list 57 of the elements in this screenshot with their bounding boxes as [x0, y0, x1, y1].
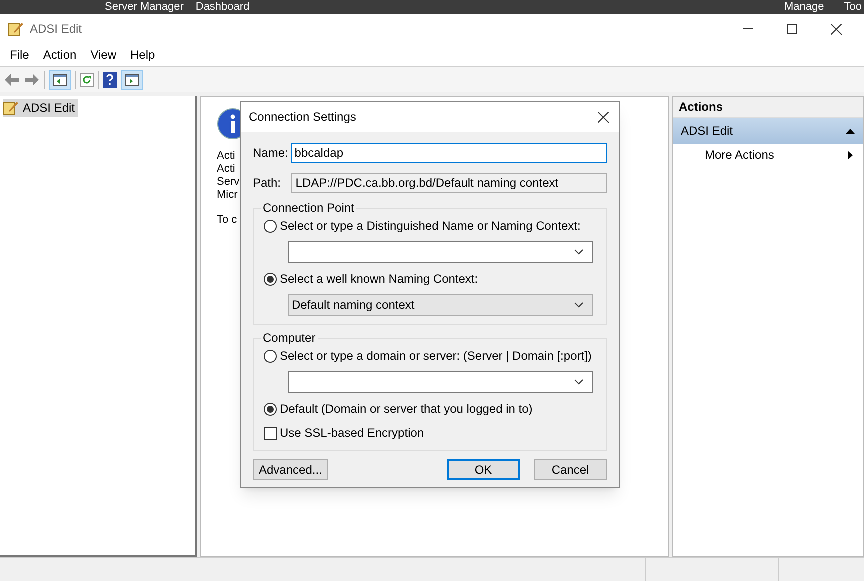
checkbox-label[interactable]: Use SSL-based Encryption [280, 424, 424, 442]
radio-label[interactable]: Select or type a domain or server: (Server | Domain [:port]) [280, 347, 592, 365]
radio-label[interactable]: Select or type a Distinguished Name or Naming Context: [280, 217, 581, 235]
menu-item[interactable]: View [84, 46, 124, 64]
background-title: Server Manager [105, 0, 184, 14]
close-icon[interactable] [598, 112, 609, 122]
forward-arrow-icon[interactable] [24, 72, 40, 86]
field-label: Path: [253, 175, 282, 192]
radio-button[interactable] [264, 402, 277, 416]
dialog-button[interactable]: OK [447, 459, 520, 480]
chevron-down-icon [574, 302, 584, 308]
info-text: Acti [217, 163, 236, 176]
background-menu: Manage [784, 0, 824, 14]
radio-button[interactable] [264, 350, 277, 362]
radio-button[interactable] [264, 272, 277, 286]
dialog-button[interactable]: Advanced... [253, 459, 328, 480]
triangle-up-icon [846, 128, 855, 134]
path-field: LDAP://PDC.ca.bb.org.bd/Default naming context [290, 173, 607, 193]
info-text: To c [217, 213, 238, 228]
dialog-title: Connection Settings [249, 109, 356, 126]
triangle-right-icon [848, 150, 853, 160]
menu-item[interactable]: Help [124, 46, 162, 64]
radio-label[interactable]: Default (Domain or server that you logged in to) [280, 400, 533, 418]
notepad-pencil-icon [3, 100, 19, 116]
tree-item[interactable]: ADSI Edit [3, 99, 78, 117]
background-menu: Too [844, 0, 862, 14]
group-title: Computer [262, 330, 317, 347]
action-pane-toggle-icon[interactable] [121, 70, 143, 90]
group-title: Connection Point [262, 200, 356, 217]
action-item[interactable]: More Actions [673, 144, 863, 166]
name-field[interactable]: bbcaldap [290, 143, 607, 163]
info-text: Serv [217, 176, 240, 189]
help-icon[interactable] [103, 72, 117, 88]
refresh-icon[interactable] [80, 72, 94, 86]
console-tree-toggle-icon[interactable] [49, 70, 71, 90]
chevron-down-icon [574, 379, 584, 385]
field-label: Name: [253, 145, 290, 162]
close-icon[interactable] [831, 24, 842, 34]
back-arrow-icon[interactable] [4, 72, 20, 86]
actions-header: Actions [673, 97, 863, 118]
info-text: Acti [217, 150, 236, 163]
background-title: Dashboard [196, 0, 250, 14]
info-text: Micr [217, 189, 238, 202]
menu-item[interactable]: File [3, 46, 36, 64]
combo-box[interactable]: Default naming context [288, 294, 593, 316]
combo-box[interactable] [288, 371, 593, 393]
notepad-pencil-icon [8, 21, 24, 37]
window-title: ADSI Edit [30, 21, 82, 38]
actions-section-header[interactable]: ADSI Edit [673, 118, 863, 144]
chevron-down-icon [574, 249, 584, 255]
menu-item[interactable]: Action [36, 46, 84, 64]
maximize-icon[interactable] [787, 24, 797, 34]
radio-button[interactable] [264, 220, 277, 232]
radio-label[interactable]: Select a well known Naming Context: [280, 270, 478, 288]
combo-box[interactable] [288, 241, 593, 263]
dialog-button[interactable]: Cancel [534, 459, 607, 480]
checkbox[interactable] [264, 426, 277, 440]
